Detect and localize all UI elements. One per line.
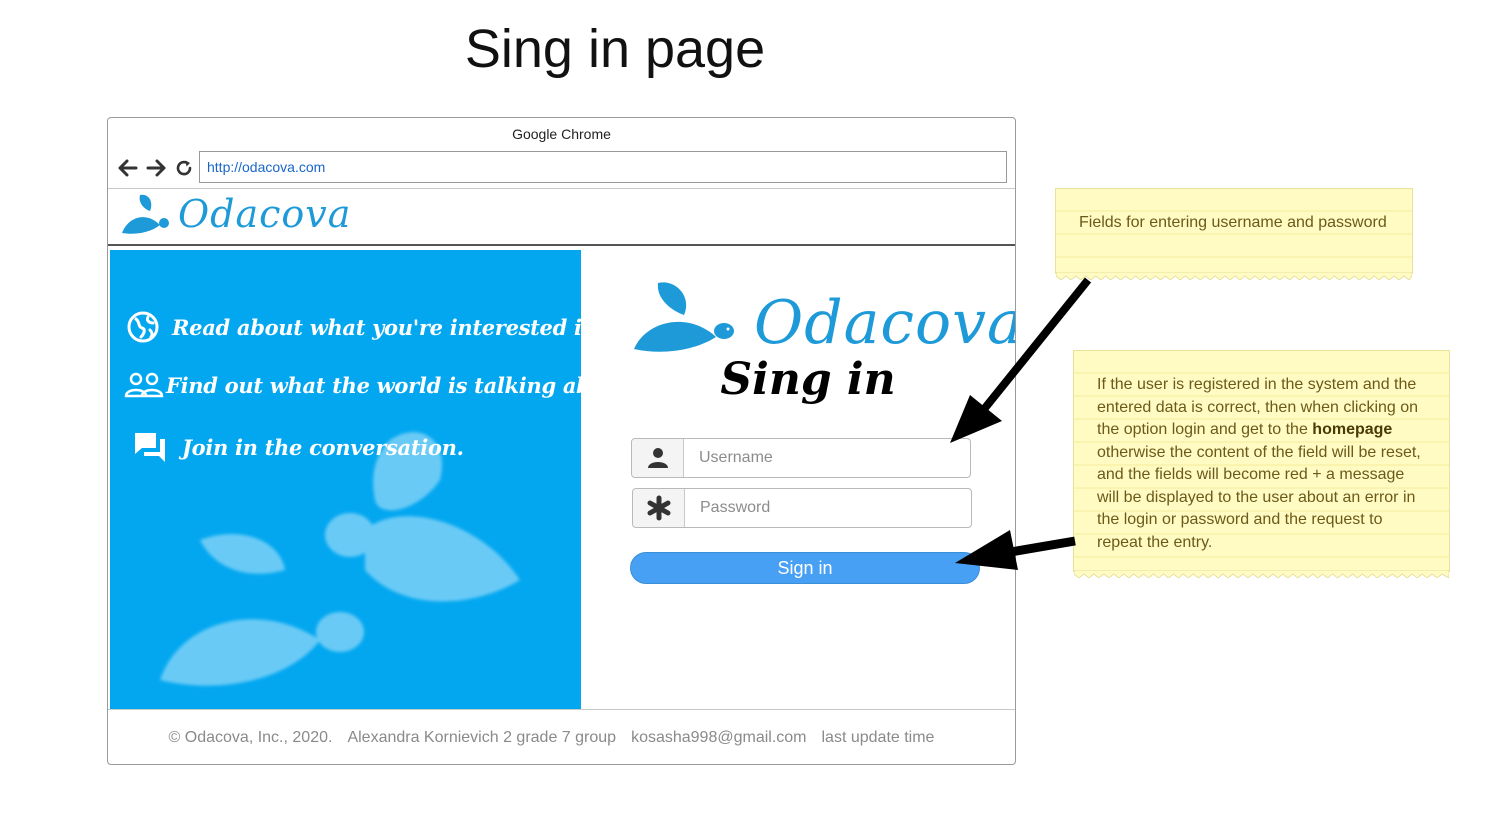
footer-update: last update time bbox=[821, 729, 935, 746]
annotation-note-fields: Fields for entering username and passwor… bbox=[1055, 188, 1413, 280]
turtle-logo-icon bbox=[634, 282, 734, 352]
address-bar[interactable]: http://odacova.com bbox=[199, 151, 1007, 183]
header-logo[interactable]: Odacova bbox=[120, 191, 351, 237]
browser-window: Google Chrome http://odacova.com Odacova bbox=[107, 117, 1016, 765]
browser-title: Google Chrome bbox=[512, 126, 611, 142]
asterisk-icon bbox=[633, 489, 685, 527]
sign-in-button[interactable]: Sign in bbox=[630, 552, 980, 584]
annotation-note-login: If the user is registered in the system … bbox=[1073, 350, 1450, 578]
username-input[interactable] bbox=[684, 439, 970, 477]
note-login-homepage: homepage bbox=[1312, 421, 1393, 438]
note-fields-text: Fields for entering username and passwor… bbox=[1079, 214, 1387, 231]
signin-logo: Odacova bbox=[632, 276, 1016, 358]
reload-icon[interactable] bbox=[174, 158, 194, 178]
password-input[interactable] bbox=[685, 489, 971, 527]
footer-author: Alexandra Kornievich 2 grade 7 group bbox=[347, 729, 617, 746]
header-brand-name: Odacova bbox=[178, 192, 352, 236]
forward-arrow-icon[interactable] bbox=[146, 158, 166, 178]
username-field[interactable] bbox=[631, 438, 971, 478]
chat-icon bbox=[135, 433, 165, 462]
page-title: Sing in page bbox=[464, 19, 766, 79]
note-torn-edge bbox=[1056, 272, 1412, 280]
signin-brand-name: Odacova bbox=[754, 288, 1016, 358]
note-torn-edge bbox=[1074, 570, 1449, 578]
signin-heading: Sing in bbox=[720, 354, 896, 405]
note-login-text-2: otherwise the content of the field will … bbox=[1097, 443, 1421, 551]
feature-find-text: Find out what the world is talking about… bbox=[166, 372, 581, 398]
feature-join-text: Join in the conversation. bbox=[182, 434, 464, 460]
footer-copyright: © Odacova, Inc., 2020. bbox=[168, 729, 333, 746]
turtle-logo-icon bbox=[122, 194, 169, 234]
site-header: Odacova bbox=[108, 189, 1015, 246]
back-arrow-icon[interactable] bbox=[118, 158, 138, 178]
browser-nav bbox=[118, 156, 194, 180]
site-footer: © Odacova, Inc., 2020. Alexandra Korniev… bbox=[108, 709, 1015, 764]
people-icon bbox=[124, 372, 164, 398]
globe-icon bbox=[127, 311, 159, 343]
feature-join: Join in the conversation. bbox=[132, 430, 464, 464]
promo-panel: Read about what you're interested in. Fi… bbox=[110, 250, 581, 710]
feature-read: Read about what you're interested in. bbox=[126, 310, 581, 344]
user-icon bbox=[632, 439, 684, 477]
feature-find: Find out what the world is talking about… bbox=[124, 372, 581, 398]
feature-read-text: Read about what you're interested in. bbox=[172, 314, 581, 340]
footer-email[interactable]: kosasha998@gmail.com bbox=[631, 729, 806, 747]
password-field[interactable] bbox=[632, 488, 972, 528]
